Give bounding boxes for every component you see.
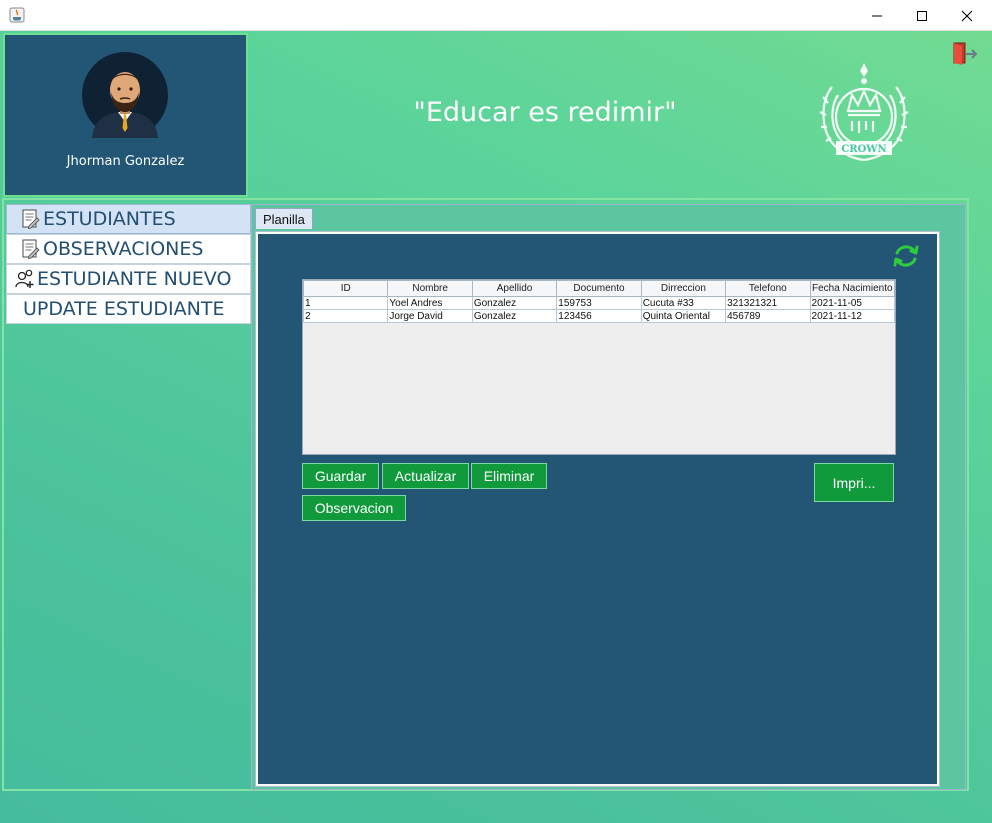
user-name: Jhorman Gonzalez (66, 154, 185, 169)
tab-observaciones-label: OBSERVACIONES (43, 238, 204, 260)
table-cell[interactable]: Jorge David (387, 309, 473, 323)
tab-estudiantes-label: ESTUDIANTES (43, 208, 176, 230)
main-window: Jhorman Gonzalez "Educar es redimir" CRO… (0, 31, 992, 823)
table-cell[interactable]: 2 (303, 309, 389, 323)
document-edit-icon (22, 209, 40, 230)
column-header[interactable]: Fecha Nacimiento (809, 280, 895, 297)
table-cell[interactable]: Gonzalez (471, 296, 558, 310)
table-cell[interactable]: 123456 (556, 309, 642, 323)
document-edit-icon (22, 239, 40, 260)
add-user-icon (15, 269, 34, 288)
crown-logo: CROWN (819, 63, 909, 162)
planilla-panel: ID Nombre Apellido Documento Dirreccion … (255, 231, 940, 787)
table-cell[interactable]: 2021-11-12 (809, 309, 895, 323)
window-title-bar (0, 0, 992, 31)
table-cell[interactable]: 1 (303, 296, 389, 310)
table-row[interactable]: 2 Jorge David Gonzalez 123456 Quinta Ori… (303, 309, 895, 323)
column-header[interactable]: Nombre (387, 280, 473, 297)
tab-observaciones[interactable]: OBSERVACIONES (6, 234, 251, 264)
close-icon (961, 10, 973, 21)
maximize-icon (917, 10, 927, 21)
tab-update-estudiante-label: UPDATE ESTUDIANTE (23, 298, 225, 320)
guardar-button[interactable]: Guardar (302, 463, 379, 489)
column-header[interactable]: Telefono (725, 280, 811, 297)
column-header[interactable]: Apellido (471, 280, 558, 297)
java-app-icon (9, 7, 25, 23)
table-cell[interactable]: Gonzalez (471, 309, 558, 323)
column-header[interactable]: Dirreccion (640, 280, 727, 297)
motto-text: "Educar es redimir" (413, 97, 677, 128)
actualizar-button[interactable]: Actualizar (382, 463, 469, 489)
students-table[interactable]: ID Nombre Apellido Documento Dirreccion … (302, 279, 896, 455)
sidebar-tabs: ESTUDIANTES OBSERVACIONES ESTUDIANTE NUE… (6, 204, 251, 324)
maximize-button[interactable] (899, 0, 945, 31)
table-cell[interactable]: 321321321 (725, 296, 811, 310)
column-header[interactable]: Documento (556, 280, 642, 297)
planilla-tab-container: Planilla ID Nombre Apellido Documento Di… (251, 204, 966, 790)
logo-text: CROWN (841, 144, 886, 155)
table-cell[interactable]: Yoel Andres (387, 296, 473, 310)
logout-icon[interactable] (951, 41, 979, 67)
close-button[interactable] (944, 0, 990, 31)
refresh-icon[interactable] (892, 242, 920, 270)
table-header-row: ID Nombre Apellido Documento Dirreccion … (303, 280, 895, 297)
table-cell[interactable]: 456789 (725, 309, 811, 323)
tab-estudiante-nuevo[interactable]: ESTUDIANTE NUEVO (6, 264, 251, 294)
minimize-icon (872, 15, 882, 16)
planilla-content: ID Nombre Apellido Documento Dirreccion … (258, 234, 937, 784)
observacion-button[interactable]: Observacion (302, 495, 406, 521)
user-avatar (82, 52, 168, 138)
tab-estudiantes[interactable]: ESTUDIANTES (6, 204, 251, 234)
table-cell[interactable]: Quinta Oriental (640, 309, 727, 323)
table-cell[interactable]: Cucuta #33 (640, 296, 727, 310)
tab-update-estudiante[interactable]: UPDATE ESTUDIANTE (6, 294, 251, 324)
imprimir-button[interactable]: Impri... (814, 463, 894, 502)
table-row[interactable]: 1 Yoel Andres Gonzalez 159753 Cucuta #33… (303, 296, 895, 310)
table-cell[interactable]: 2021-11-05 (809, 296, 895, 310)
tab-planilla[interactable]: Planilla (255, 208, 313, 229)
minimize-button[interactable] (854, 0, 900, 31)
column-header[interactable]: ID (303, 280, 389, 297)
profile-panel: Jhorman Gonzalez (3, 33, 248, 197)
eliminar-button[interactable]: Eliminar (471, 463, 547, 489)
tab-estudiante-nuevo-label: ESTUDIANTE NUEVO (37, 268, 232, 290)
table-cell[interactable]: 159753 (556, 296, 642, 310)
